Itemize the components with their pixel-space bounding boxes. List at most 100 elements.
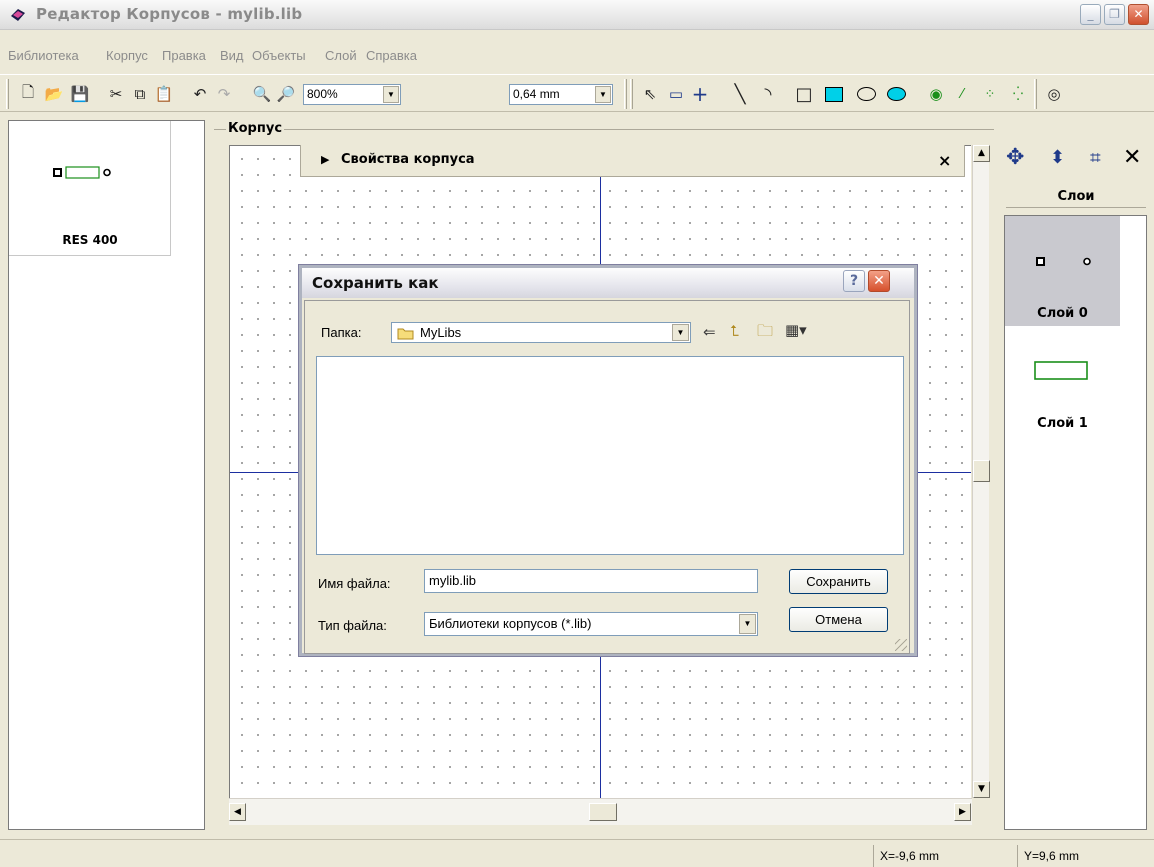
origin-icon[interactable]: ◎ [1044, 84, 1064, 104]
scroll-left-button[interactable]: ◀ [229, 803, 246, 821]
toolbar-grip[interactable] [624, 79, 627, 109]
properties-title: Свойства корпуса [341, 152, 475, 167]
dialog-close-button[interactable]: ✕ [868, 270, 890, 292]
pad-line-icon[interactable]: ⁄ [952, 84, 972, 104]
close-icon: ✕ [873, 273, 885, 289]
menu-edit[interactable]: Правка [162, 48, 206, 63]
layer-name: Слой 0 [1037, 306, 1088, 321]
close-icon[interactable]: × [938, 151, 951, 170]
menu-objects[interactable]: Объекты [252, 48, 306, 63]
layers-header: Слои [1006, 186, 1146, 208]
menu-library[interactable]: Библиотека [8, 48, 79, 63]
cut-icon[interactable]: ✂ [106, 84, 126, 104]
zoom-value: 800% [307, 87, 338, 101]
ellipse-icon[interactable] [856, 84, 876, 104]
new-icon[interactable]: 🗋 [18, 83, 38, 104]
rectangle-icon[interactable]: □ [794, 84, 814, 105]
zoom-combo[interactable]: 800% ▼ [303, 84, 401, 105]
chevron-down-icon[interactable]: ▼ [595, 86, 611, 103]
status-bar: X=-9,6 mm Y=9,6 mm [0, 839, 1154, 867]
paste-icon[interactable]: 📋 [154, 84, 174, 104]
app-icon [11, 9, 25, 21]
menu-layer[interactable]: Слой [325, 48, 357, 63]
scroll-up-button[interactable]: ▲ [973, 145, 990, 162]
menu-view[interactable]: Вид [220, 48, 244, 63]
chevron-down-icon[interactable]: ▼ [383, 86, 399, 103]
file-list[interactable] [316, 356, 904, 555]
menu-bar: Библиотека Корпус Правка Вид Объекты Сло… [0, 45, 1154, 67]
save-icon[interactable]: 💾 [70, 84, 90, 104]
folder-icon [397, 328, 414, 340]
save-button[interactable]: Сохранить [789, 569, 888, 594]
layer-item[interactable]: Слой 0 [1005, 216, 1120, 326]
cancel-button[interactable]: Отмена [789, 607, 888, 632]
folder-select[interactable]: MyLibs ▼ [391, 322, 691, 343]
up-folder-icon[interactable]: ⮤ [730, 322, 739, 340]
vertical-scrollbar[interactable]: ▲ ▼ [972, 145, 990, 798]
minimize-icon: _ [1087, 7, 1094, 21]
zoom-in-icon[interactable]: 🔍 [252, 84, 272, 104]
pad-array-icon[interactable]: ⁘ [980, 84, 1000, 104]
pointer-icon[interactable]: ⇖ [640, 84, 660, 104]
scroll-right-button[interactable]: ▶ [954, 803, 971, 821]
expand-icon[interactable]: ▶ [321, 153, 329, 166]
arc-icon[interactable]: ◝ [758, 84, 778, 105]
open-icon[interactable]: 📂 [44, 84, 64, 104]
filename-label: Имя файла: [318, 576, 391, 591]
properties-panel[interactable]: ▶ Свойства корпуса × [300, 145, 965, 177]
scroll-down-button[interactable]: ▼ [973, 781, 990, 798]
pad-circle-icon[interactable]: ⁛ [1008, 84, 1028, 104]
move-icon[interactable]: ✥ [1006, 145, 1024, 170]
layer-preview [1034, 361, 1088, 380]
restore-icon: ❐ [1109, 7, 1120, 21]
pad-icon[interactable]: ◉ [926, 84, 946, 104]
minimize-button[interactable]: _ [1080, 4, 1101, 25]
toolbar-grip[interactable] [630, 79, 633, 109]
ruler-icon[interactable]: ▭ [666, 84, 686, 104]
filetype-select[interactable]: Библиотеки корпусов (*.lib) ▼ [424, 612, 758, 636]
back-icon[interactable]: ⇐ [703, 323, 716, 341]
reorder-icon[interactable]: ⬍ [1050, 147, 1065, 168]
layer-name: Слой 1 [1037, 416, 1088, 431]
grid-step-combo[interactable]: 0,64 mm ▼ [509, 84, 613, 105]
scroll-thumb-horizontal[interactable] [589, 803, 617, 821]
folder-label: Папка: [321, 325, 362, 340]
scroll-thumb-vertical[interactable] [973, 460, 990, 482]
crosshair-icon[interactable]: + [690, 82, 710, 106]
part-item[interactable]: RES 400 [9, 121, 171, 256]
delete-icon[interactable]: ✕ [1123, 145, 1141, 170]
save-as-dialog: Сохранить как ? ✕ Папка: MyLibs ▼ ⇐ ⮤ 🗀 … [299, 265, 917, 656]
title-bar: Редактор Корпусов - mylib.lib _ ❐ ✕ [0, 0, 1154, 30]
help-button[interactable]: ? [843, 270, 865, 292]
chevron-down-icon[interactable]: ▼ [672, 324, 689, 341]
menu-help[interactable]: Справка [366, 48, 417, 63]
restore-button[interactable]: ❐ [1104, 4, 1125, 25]
toolbar-grip[interactable] [6, 79, 9, 109]
layer-item[interactable]: Слой 1 [1005, 326, 1120, 436]
undo-icon[interactable]: ↶ [190, 84, 210, 104]
close-button[interactable]: ✕ [1128, 4, 1149, 25]
filled-ellipse-icon[interactable] [886, 84, 906, 104]
dialog-body: Папка: MyLibs ▼ ⇐ ⮤ 🗀 ▦▾ Имя файла: myli… [304, 300, 910, 654]
new-folder-icon[interactable]: 🗀 [757, 320, 773, 347]
filename-input[interactable]: mylib.lib [424, 569, 758, 593]
editor-group-label: Корпус [226, 121, 285, 136]
view-menu-icon[interactable]: ▦▾ [785, 321, 807, 339]
resize-grip[interactable] [895, 639, 907, 651]
filled-rectangle-icon[interactable] [824, 84, 844, 104]
toolbar-grip[interactable] [1034, 79, 1037, 109]
redo-icon[interactable]: ↷ [214, 84, 234, 104]
dialog-title-bar: Сохранить как ? ✕ [302, 268, 914, 298]
properties-icon[interactable]: ⌗ [1090, 147, 1101, 169]
copy-icon[interactable]: ⧉ [130, 84, 150, 104]
filetype-value: Библиотеки корпусов (*.lib) [429, 616, 592, 631]
chevron-down-icon[interactable]: ▼ [739, 614, 756, 634]
horizontal-scrollbar[interactable]: ◀ ▶ [229, 798, 972, 825]
layer-tools: ✥ ⬍ ⌗ ✕ [1004, 145, 1154, 175]
line-icon[interactable]: ╲ [730, 84, 750, 105]
menu-part[interactable]: Корпус [106, 48, 148, 63]
status-x: X=-9,6 mm [873, 845, 1013, 867]
dialog-title: Сохранить как [312, 274, 439, 292]
zoom-out-icon[interactable]: 🔎 [276, 84, 296, 104]
close-icon: ✕ [1133, 7, 1144, 21]
